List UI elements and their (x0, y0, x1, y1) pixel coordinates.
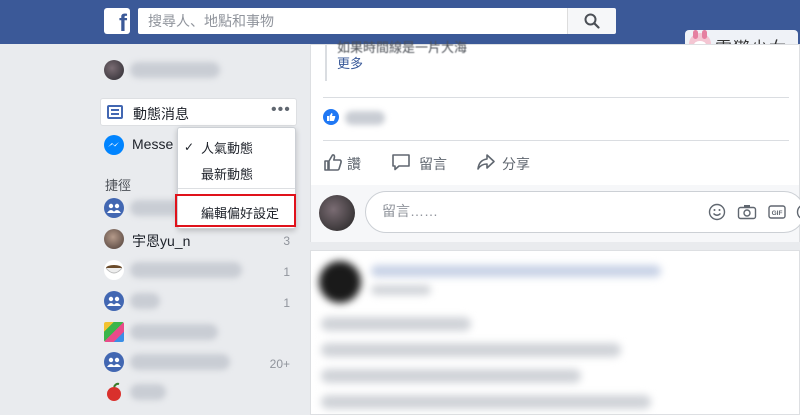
notification-count: 3 (283, 234, 290, 248)
shortcut-item[interactable] (130, 384, 166, 400)
like-reaction-icon (323, 109, 339, 125)
post-header (371, 265, 661, 277)
sidebar-item-messenger[interactable]: Messe (132, 136, 173, 152)
user-avatar (319, 195, 355, 231)
divider (323, 97, 789, 98)
like-button[interactable]: 讚 (323, 153, 383, 173)
thumbs-up-icon (324, 154, 342, 171)
share-arrow-icon (477, 154, 495, 170)
see-more-link[interactable]: 更多 (337, 53, 363, 72)
quote-border (325, 45, 327, 81)
camera-icon[interactable] (737, 203, 757, 221)
shortcut-item[interactable] (130, 324, 218, 340)
more-options-button[interactable]: ••• (271, 101, 291, 119)
post-card: 如果時間線是一片大海 更多 讚 留言 分享 GIF (310, 40, 800, 242)
notification-count: 1 (283, 265, 290, 279)
shortcut-item-yu-n[interactable]: 宇恩yu_n (132, 231, 190, 251)
notification-count: 20+ (269, 357, 290, 371)
checkmark-icon: ✓ (184, 140, 195, 154)
divider (323, 140, 789, 141)
sidebar-item-news-feed[interactable]: 動態消息 ••• (100, 98, 297, 126)
search-button[interactable] (567, 8, 616, 34)
highlight-box (175, 194, 296, 227)
search-field[interactable] (138, 8, 568, 34)
gif-icon[interactable]: GIF (768, 203, 786, 221)
emoji-icon[interactable] (708, 203, 726, 221)
coffee-cup-icon (104, 260, 124, 280)
game-icon (104, 322, 124, 342)
menu-item-top-stories[interactable]: 人氣動態 (201, 138, 253, 157)
post-body-text (321, 369, 581, 383)
comment-bubble-icon (392, 154, 410, 171)
user-avatar (104, 229, 124, 249)
profile-name[interactable] (130, 62, 220, 78)
comment-field[interactable]: GIF (365, 191, 800, 233)
notification-count: 1 (283, 296, 290, 310)
post-meta (371, 285, 431, 295)
search-input[interactable] (138, 8, 568, 34)
search-icon (584, 13, 600, 29)
sticker-icon[interactable] (796, 203, 800, 221)
post-body-text (321, 317, 471, 331)
comment-button[interactable]: 留言 (391, 153, 461, 173)
shortcut-item[interactable] (130, 262, 242, 278)
group-icon (104, 352, 124, 372)
group-icon (104, 291, 124, 311)
news-feed-icon (107, 105, 123, 119)
apple-icon (104, 382, 124, 402)
author-avatar[interactable] (319, 261, 361, 303)
shortcut-item[interactable] (130, 293, 160, 309)
messenger-icon (104, 135, 124, 155)
news-feed-label: 動態消息 (133, 106, 189, 122)
group-icon (104, 198, 124, 218)
menu-divider (178, 188, 295, 189)
comment-input[interactable] (380, 202, 634, 220)
profile-avatar[interactable] (104, 60, 124, 80)
menu-item-most-recent[interactable]: 最新動態 (201, 164, 253, 183)
comment-composer: GIF (311, 185, 800, 242)
reactor-names[interactable] (345, 111, 385, 125)
facebook-logo[interactable]: f (104, 8, 130, 37)
share-button[interactable]: 分享 (476, 153, 546, 173)
post-body-text (321, 395, 651, 409)
post-card (310, 250, 800, 415)
post-body-text (321, 343, 621, 357)
svg-text:GIF: GIF (772, 210, 783, 217)
shortcuts-heading: 捷徑 (105, 178, 132, 193)
shortcut-item[interactable] (130, 354, 230, 370)
